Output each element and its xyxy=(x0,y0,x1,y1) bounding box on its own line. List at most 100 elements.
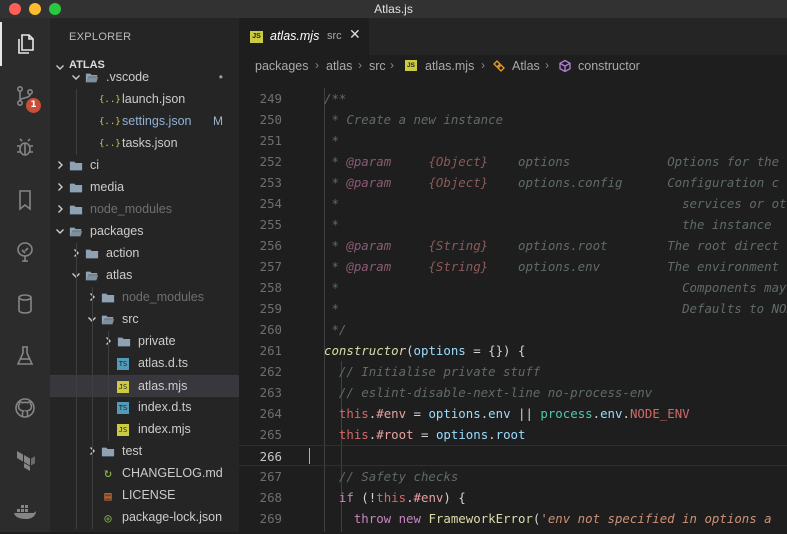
code-text: /** xyxy=(324,91,347,106)
chevron-right-icon xyxy=(58,161,63,169)
breadcrumb-item[interactable]: Atlas xyxy=(512,59,540,73)
code-line[interactable]: 256 * @param {String} options.root The r… xyxy=(239,235,787,256)
tree-item[interactable]: node_modules xyxy=(50,287,239,309)
code-line[interactable]: 251 * xyxy=(239,130,787,151)
tree-item-label: LICENSE xyxy=(122,488,176,502)
activity-database[interactable] xyxy=(0,282,50,326)
line-number: 252 xyxy=(259,154,282,169)
tree-item[interactable]: {..} settings.json M xyxy=(50,111,239,133)
npm-icon: ◎ xyxy=(104,511,112,525)
breadcrumb-item[interactable]: packages xyxy=(255,59,309,73)
code-line[interactable]: 252 * @param {Object} options Options fo… xyxy=(239,151,787,172)
activity-debug[interactable] xyxy=(0,126,50,170)
tree-item[interactable]: node_modules xyxy=(50,199,239,221)
code-text: * the instance xyxy=(324,217,772,232)
code-line[interactable]: 249 /** xyxy=(239,88,787,109)
tab-close-button[interactable]: ✕ xyxy=(349,27,361,43)
activity-explorer[interactable] xyxy=(0,22,50,66)
code-line[interactable]: 266 xyxy=(239,445,787,466)
folder-open-icon xyxy=(69,227,83,237)
code-text: this.#env = options.env || process.env.N… xyxy=(338,406,690,421)
line-number: 261 xyxy=(259,343,282,358)
code-line[interactable]: 267 // Safety checks xyxy=(239,466,787,487)
js-file-icon: JS xyxy=(117,424,129,436)
code-line[interactable]: 257 * @param {String} options.env The en… xyxy=(239,256,787,277)
chevron-right-icon: › xyxy=(545,58,549,72)
tree-item[interactable]: {..} launch.json xyxy=(50,89,239,111)
activity-terraform[interactable] xyxy=(0,438,50,482)
tree-item-label: media xyxy=(90,180,125,194)
tree-item[interactable]: TS index.d.ts xyxy=(50,397,239,419)
ts-file-icon: TS xyxy=(117,402,129,414)
code-line[interactable]: 262 // Initialise private stuff xyxy=(239,361,787,382)
line-number: 256 xyxy=(259,238,282,253)
line-number: 265 xyxy=(259,427,282,442)
activity-github[interactable] xyxy=(0,386,50,430)
tree-item-label: action xyxy=(106,246,140,260)
code-text: throw new FrameworkError('env not specif… xyxy=(353,511,772,526)
code-text: * Create a new instance xyxy=(324,112,504,127)
chevron-right-icon xyxy=(58,205,63,213)
tree-item[interactable]: .vscode • xyxy=(50,67,239,89)
class-symbol-icon xyxy=(493,60,505,72)
code-line[interactable]: 258 * Components may xyxy=(239,277,787,298)
tree-item[interactable]: JS index.mjs xyxy=(50,419,239,441)
tree-item[interactable]: media xyxy=(50,177,239,199)
tree-item[interactable]: ↻ CHANGELOG.md xyxy=(50,463,239,485)
activity-source-control[interactable]: 1 xyxy=(0,74,50,118)
folder-icon xyxy=(85,249,99,259)
code-line[interactable]: 261 constructor(options = {}) { xyxy=(239,340,787,361)
code-text: * xyxy=(324,133,339,148)
tree-item[interactable]: atlas xyxy=(50,265,239,287)
line-number: 263 xyxy=(259,385,282,400)
activity-testing[interactable] xyxy=(0,334,50,378)
folder-icon xyxy=(117,337,131,347)
code-line[interactable]: 255 * the instance xyxy=(239,214,787,235)
tree-item[interactable]: ▤ LICENSE xyxy=(50,485,239,507)
code-line[interactable]: 268 if (!this.#env) { xyxy=(239,487,787,508)
code-text: this.#root = options.root xyxy=(338,427,526,442)
activity-tree[interactable] xyxy=(0,230,50,274)
text-cursor xyxy=(309,448,310,464)
code-line[interactable]: 254 * services or oth xyxy=(239,193,787,214)
tree-item[interactable]: test xyxy=(50,441,239,463)
line-number: 253 xyxy=(259,175,282,190)
tree-item-label: settings.json xyxy=(122,114,192,128)
tree-item-label: package-lock.json xyxy=(122,510,223,524)
breadcrumb-item[interactable]: constructor xyxy=(578,59,640,73)
code-text: * @param {String} options.env The enviro… xyxy=(324,259,780,274)
tree-item[interactable]: packages xyxy=(50,221,239,243)
tree-item[interactable]: JS atlas.mjs xyxy=(50,375,239,397)
code-line[interactable]: 260 */ xyxy=(239,319,787,340)
code-line[interactable]: 263 // eslint-disable-next-line no-proce… xyxy=(239,382,787,403)
activity-docker[interactable] xyxy=(0,490,50,534)
code-line[interactable]: 265 this.#root = options.root xyxy=(239,424,787,445)
tree-item[interactable]: ◎ package-lock.json xyxy=(50,507,239,529)
code-line[interactable]: 264 this.#env = options.env || process.e… xyxy=(239,403,787,424)
breadcrumb-item[interactable]: atlas.mjs xyxy=(425,59,474,73)
code-line[interactable]: 250 * Create a new instance xyxy=(239,109,787,130)
code-text: // eslint-disable-next-line no-process-e… xyxy=(324,385,653,400)
code-text: * @param {Object} options Options for th… xyxy=(324,154,780,169)
code-line[interactable]: 253 * @param {Object} options.config Con… xyxy=(239,172,787,193)
activity-bar: 1 xyxy=(0,18,50,532)
folder-icon xyxy=(101,447,115,457)
breadcrumb-item[interactable]: src xyxy=(369,59,386,73)
tab-atlas-mjs[interactable]: JS atlas.mjs src ✕ xyxy=(239,18,369,55)
explorer-sidebar: EXPLORER ATLAS .vscode • {..} launch.json {.… xyxy=(50,18,239,532)
tree-item[interactable]: TS atlas.d.ts xyxy=(50,353,239,375)
tree-item[interactable]: action xyxy=(50,243,239,265)
tree-item[interactable]: src xyxy=(50,309,239,331)
code-line[interactable]: 269 throw new FrameworkError('env not sp… xyxy=(239,508,787,529)
tree-item[interactable]: private xyxy=(50,331,239,353)
activity-bookmarks[interactable] xyxy=(0,178,50,222)
source-control-badge: 1 xyxy=(26,98,41,113)
tree-item[interactable]: ci xyxy=(50,155,239,177)
breadcrumb-item[interactable]: atlas xyxy=(326,59,352,73)
license-icon: ▤ xyxy=(104,489,112,503)
line-number: 266 xyxy=(259,449,282,464)
tree-item-label: index.mjs xyxy=(138,422,191,436)
code-line[interactable]: 259 * Defaults to NOD xyxy=(239,298,787,319)
tree-item[interactable]: {..} tasks.json xyxy=(50,133,239,155)
tree-item-label: node_modules xyxy=(90,202,173,216)
